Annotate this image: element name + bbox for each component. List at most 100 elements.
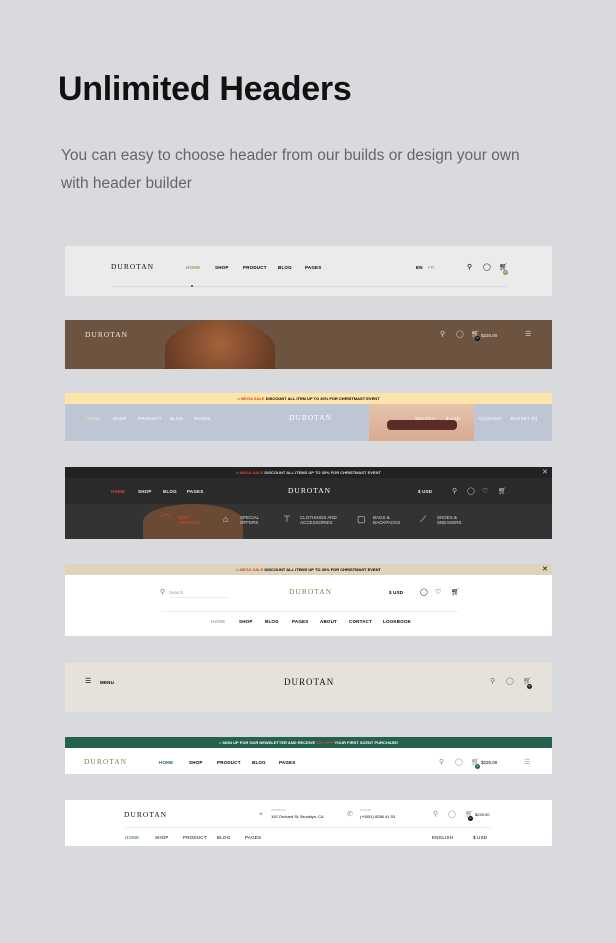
nav-home[interactable]: HOME <box>159 760 173 765</box>
user-icon[interactable]: ◯ <box>420 589 428 596</box>
page-subtitle: You can easy to choose header from our b… <box>61 147 520 192</box>
search-icon[interactable]: ⚲ <box>433 811 438 818</box>
nav-pages[interactable]: PAGES <box>305 265 321 270</box>
hero-image-hair <box>165 320 275 369</box>
category-bags[interactable]: BAGS & BACKPACKS <box>373 515 403 525</box>
account-link[interactable]: ACCOUNT <box>478 416 502 421</box>
nav-home[interactable]: HOME <box>211 619 225 624</box>
category-special-offers[interactable]: SPECIAL OFFERS <box>240 515 264 525</box>
header-variant-5: ⌂ MEGA SALE DISCOUNT ALL ITEMS UP TO 30%… <box>65 564 552 636</box>
active-dot <box>191 285 193 287</box>
cart-total: $225.00 <box>481 333 498 338</box>
search-icon[interactable]: ⚲ <box>452 488 457 495</box>
category-shoes[interactable]: SHOES & SNEAKERS <box>437 515 467 525</box>
phone-value: (+0051) 8286 41 53 <box>360 814 396 819</box>
search-icon[interactable]: ⚲ <box>490 678 495 685</box>
nav-shop[interactable]: SHOP <box>189 760 203 765</box>
nav-contact[interactable]: CONTACT <box>349 619 372 624</box>
user-icon[interactable]: ◯ <box>455 759 463 766</box>
search-link[interactable]: SEARCH <box>415 416 435 421</box>
nav-home[interactable]: HOME <box>125 835 139 840</box>
cart-icon[interactable]: 🛒︎ <box>498 488 507 495</box>
category-clothings[interactable]: CLOTHINGS AND ACCESSORIES <box>300 515 340 525</box>
phone-label: PHONE <box>360 808 371 812</box>
hanger-icon: ⌒ <box>161 514 171 524</box>
nav-pages[interactable]: PAGES <box>194 416 210 421</box>
cart-total: $225.00 <box>481 760 498 765</box>
nav-blog[interactable]: BLOG <box>170 416 183 421</box>
menu-icon[interactable]: ☰ <box>525 331 531 338</box>
search-input[interactable]: Search <box>169 590 229 598</box>
search-icon[interactable]: ⚲ <box>439 759 444 766</box>
user-icon[interactable]: ◯ <box>483 264 491 271</box>
category-new-arrivals[interactable]: NEW ARRIVALS <box>178 515 200 525</box>
header-variant-4: ⌂ MEGA SALE DISCOUNT ALL ITEMS UP TO 30%… <box>65 467 552 539</box>
nav-blog[interactable]: BLOG <box>278 265 292 270</box>
cart-badge: 0 <box>475 336 480 341</box>
tag-icon: ⌂ <box>236 567 239 572</box>
search-icon[interactable]: ⚲ <box>440 331 445 338</box>
hero-image-man <box>369 404 474 441</box>
user-icon[interactable]: ◯ <box>456 331 464 338</box>
search-icon[interactable]: ⚲ <box>467 264 472 271</box>
menu-icon[interactable]: ☰ <box>524 759 530 766</box>
basket-link[interactable]: BASKET (0) <box>511 416 537 421</box>
wishlist-icon[interactable]: ♡ <box>435 589 441 596</box>
header-variant-6: ☰ MENU DUROTAN ⚲ ◯ 🛒︎ 0 <box>65 663 552 712</box>
phone-icon: ✆ <box>347 811 353 818</box>
divider <box>161 611 458 612</box>
menu-icon[interactable]: ☰ <box>85 678 91 685</box>
nav-shop[interactable]: SHOP <box>113 416 127 421</box>
nav-shop[interactable]: SHOP <box>138 489 152 494</box>
bag-icon: ▢ <box>357 514 366 524</box>
tag-icon: ⌂ <box>223 514 229 524</box>
nav-blog[interactable]: BLOG <box>265 619 279 624</box>
currency-select[interactable]: $ USD <box>446 416 460 421</box>
promo-bar: ⌂ MEGA SALE DISCOUNT ALL ITEMS UP TO 30%… <box>65 467 552 478</box>
cart-total: $225.00 <box>475 812 490 817</box>
user-icon[interactable]: ◯ <box>448 811 456 818</box>
lang-en[interactable]: EN <box>416 265 423 270</box>
user-icon[interactable]: ◯ <box>506 678 514 685</box>
nav-home[interactable]: HOME <box>111 489 125 494</box>
nav-product[interactable]: PRODUCT <box>183 835 207 840</box>
nav-product[interactable]: PRODUCT <box>243 265 267 270</box>
lang-fr[interactable]: FR <box>428 265 434 270</box>
nav-pages[interactable]: PAGES <box>187 489 203 494</box>
close-icon[interactable]: ✕ <box>542 469 548 476</box>
nav-pages[interactable]: PAGES <box>245 835 261 840</box>
user-icon[interactable]: ◯ <box>467 488 475 495</box>
nav-about[interactable]: ABOUT <box>320 619 337 624</box>
nav-home[interactable]: HOME <box>86 416 100 421</box>
nav-blog[interactable]: BLOG <box>252 760 266 765</box>
shoe-icon: ⟋ <box>420 514 427 524</box>
currency-select[interactable]: $ USD <box>389 590 403 595</box>
menu-label[interactable]: MENU <box>100 680 114 685</box>
promo-bar: ⌂ SIGN UP FOR OUR NEWSLETTER AND RECEIVE… <box>65 737 552 748</box>
nav-pages[interactable]: PAGES <box>279 760 295 765</box>
nav-pages[interactable]: PAGES <box>292 619 308 624</box>
close-icon[interactable]: ✕ <box>542 566 548 573</box>
logo: DUROTAN <box>85 330 129 339</box>
currency-select[interactable]: $ USD <box>418 489 432 494</box>
nav-product[interactable]: PRODUCT <box>138 416 162 421</box>
nav-lookbook[interactable]: LOOKBOOK <box>383 619 411 624</box>
nav-shop[interactable]: SHOP <box>155 835 169 840</box>
nav-blog[interactable]: BLOG <box>163 489 177 494</box>
nav-shop[interactable]: SHOP <box>239 619 253 624</box>
currency-select[interactable]: $ USD <box>473 835 487 840</box>
logo: DUROTAN <box>288 486 332 495</box>
nav-shop[interactable]: SHOP <box>215 265 229 270</box>
promo-bar: ⌂ MEGA SALE DISCOUNT ALL ITEMS UP TO 30%… <box>65 564 552 575</box>
language-select[interactable]: ENGLISH <box>432 835 453 840</box>
nav-blog[interactable]: BLOG <box>217 835 230 840</box>
wishlist-icon[interactable]: ♡ <box>482 488 488 495</box>
tag-icon: ⌂ <box>237 396 240 401</box>
nav-product[interactable]: PRODUCT <box>217 760 241 765</box>
cart-icon[interactable]: 🛒︎ <box>451 589 460 596</box>
cart-badge: 0 <box>468 816 473 821</box>
nav-home[interactable]: HOME <box>186 265 200 270</box>
promo-bar: ⌂ MEGA SALE DISCOUNT ALL ITEM UP TO 30% … <box>65 393 552 404</box>
header-variant-2: DUROTAN ⚲ ◯ 🛒︎ 0 $225.00 ☰ <box>65 320 552 369</box>
sunglasses <box>387 420 457 430</box>
